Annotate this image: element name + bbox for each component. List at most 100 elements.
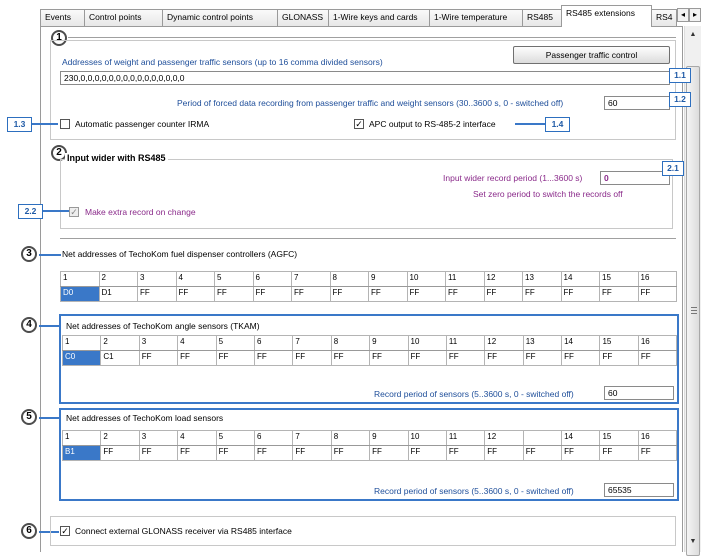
address-cell[interactable]: FF — [522, 445, 563, 461]
address-cell[interactable]: FF — [484, 445, 524, 461]
column-header: 8 — [330, 430, 371, 446]
address-cell[interactable]: C1 — [100, 350, 140, 366]
tab-control-points[interactable]: Control points — [84, 9, 163, 27]
wider-period-label: Input wider record period (1...3600 s) — [443, 173, 583, 183]
address-cell[interactable]: FF — [637, 350, 678, 366]
tab-1wire-keys[interactable]: 1-Wire keys and cards — [328, 9, 430, 27]
address-cell[interactable]: FF — [177, 350, 217, 366]
irma-checkbox[interactable] — [60, 119, 70, 129]
address-cell[interactable]: FF — [175, 286, 215, 302]
scroll-up-icon[interactable]: ▲ — [685, 28, 701, 42]
wider-period-input[interactable]: 0 — [600, 171, 670, 185]
address-cell[interactable]: FF — [637, 445, 678, 461]
column-header: 2 — [100, 430, 140, 446]
address-cell[interactable]: FF — [560, 286, 600, 302]
tab-events[interactable]: Events — [40, 9, 85, 27]
column-header: 16 — [637, 335, 678, 351]
addresses-input[interactable]: 230,0,0,0,0,0,0,0,0,0,0,0,0,0,0,0 — [60, 71, 670, 85]
address-cell[interactable]: FF — [138, 445, 179, 461]
tab-scroll-right-icon[interactable]: ▸ — [689, 8, 701, 22]
address-cell[interactable]: FF — [292, 445, 332, 461]
tab-1wire-temperature[interactable]: 1-Wire temperature — [429, 9, 523, 27]
address-cell[interactable]: FF — [599, 445, 639, 461]
column-header: 11 — [445, 335, 486, 351]
address-cell[interactable]: FF — [137, 286, 177, 302]
badge-2-2: 2.2 — [18, 204, 43, 219]
address-cell[interactable]: D0 — [60, 286, 100, 302]
address-cell[interactable]: FF — [368, 286, 408, 302]
address-cell[interactable]: FF — [445, 286, 485, 302]
address-cell[interactable]: FF — [253, 445, 294, 461]
column-header: 3 — [138, 430, 179, 446]
tkam-table: 1 2 3 4 5 6 7 8 9 10 11 12 13 14 15 16 C0 C1 FF FF FF FF FF FF… — [61, 335, 678, 366]
address-cell[interactable]: FF — [522, 286, 562, 302]
apc-checkbox[interactable]: ✓ — [354, 119, 364, 129]
address-cell[interactable]: FF — [369, 350, 409, 366]
column-header: 15 — [599, 335, 639, 351]
extra-record-checkbox[interactable]: ✓ — [69, 207, 79, 217]
address-cell[interactable]: FF — [292, 350, 332, 366]
address-cell[interactable]: D1 — [98, 286, 138, 302]
extra-record-label: Make extra record on change — [85, 207, 196, 217]
section2-separator — [60, 238, 676, 240]
forced-period-input[interactable]: 60 — [604, 96, 670, 110]
address-cell[interactable]: FF — [445, 445, 486, 461]
column-header: 8 — [329, 271, 369, 287]
address-cell[interactable]: FF — [215, 445, 255, 461]
column-header: 10 — [407, 430, 447, 446]
column-header: 13 — [522, 335, 563, 351]
load-period-input[interactable]: 65535 — [604, 483, 674, 497]
address-cell[interactable]: FF — [483, 286, 523, 302]
address-cell[interactable]: FF — [369, 445, 409, 461]
address-cell[interactable]: FF — [484, 350, 524, 366]
tab-scroll-left-icon[interactable]: ◂ — [677, 8, 689, 22]
agfc-title: Net addresses of TechoKom fuel dispenser… — [62, 249, 298, 259]
address-cell[interactable]: FF — [214, 286, 254, 302]
address-cell[interactable]: FF — [177, 445, 217, 461]
passenger-traffic-control-button[interactable]: Passenger traffic control — [513, 46, 670, 64]
address-cell[interactable]: B1 — [61, 445, 102, 461]
address-cell[interactable]: FF — [252, 286, 292, 302]
address-cell[interactable]: FF — [100, 445, 140, 461]
address-cell[interactable]: FF — [599, 350, 639, 366]
load-sensors-table: 1 2 3 4 5 6 7 8 9 10 11 12 14 15 16 B1 FF FF FF FF FF FF FF FF… — [61, 430, 678, 461]
tab-rs4-partial[interactable]: RS4 — [651, 9, 677, 27]
column-header: 5 — [214, 271, 254, 287]
column-header — [522, 430, 563, 446]
address-cell[interactable]: FF — [138, 350, 179, 366]
address-cell[interactable]: FF — [215, 350, 255, 366]
tab-bar: Events Control points Dynamic control po… — [40, 0, 703, 27]
tkam-period-input[interactable]: 60 — [604, 386, 674, 400]
address-cell[interactable]: FF — [330, 445, 371, 461]
address-cell[interactable]: FF — [522, 350, 563, 366]
address-cell[interactable]: FF — [637, 286, 677, 302]
address-cell[interactable]: FF — [253, 350, 294, 366]
glonass-checkbox[interactable]: ✓ — [60, 526, 70, 536]
address-cell[interactable]: FF — [407, 445, 447, 461]
arrow-5 — [39, 417, 61, 419]
tab-dynamic-control-points[interactable]: Dynamic control points — [162, 9, 278, 27]
address-cell[interactable]: FF — [445, 350, 486, 366]
scroll-thumb[interactable] — [686, 66, 700, 556]
address-cell[interactable]: FF — [329, 286, 369, 302]
address-cell[interactable]: FF — [561, 350, 601, 366]
address-cell[interactable]: FF — [599, 286, 639, 302]
address-cell[interactable]: C0 — [61, 350, 102, 366]
address-cell[interactable]: FF — [330, 350, 371, 366]
forced-period-label: Period of forced data recording from pas… — [177, 98, 564, 108]
address-cell[interactable]: FF — [407, 350, 447, 366]
addresses-label: Addresses of weight and passenger traffi… — [62, 57, 383, 67]
address-cell[interactable]: FF — [561, 445, 601, 461]
tab-rs485[interactable]: RS485 — [522, 9, 562, 27]
glonass-label: Connect external GLONASS receiver via RS… — [75, 526, 292, 536]
column-header: 10 — [406, 271, 446, 287]
callout-4: 4 — [21, 317, 37, 333]
address-cell[interactable]: FF — [291, 286, 331, 302]
scroll-down-icon[interactable]: ▼ — [685, 535, 701, 549]
tkam-period-label: Record period of sensors (5..3600 s, 0 -… — [374, 389, 574, 399]
tab-rs485-extensions[interactable]: RS485 extensions — [561, 5, 652, 27]
column-header: 8 — [330, 335, 371, 351]
address-cell[interactable]: FF — [406, 286, 446, 302]
tab-glonass[interactable]: GLONASS — [277, 9, 329, 27]
load-sensors-title: Net addresses of TechoKom load sensors — [66, 413, 224, 423]
